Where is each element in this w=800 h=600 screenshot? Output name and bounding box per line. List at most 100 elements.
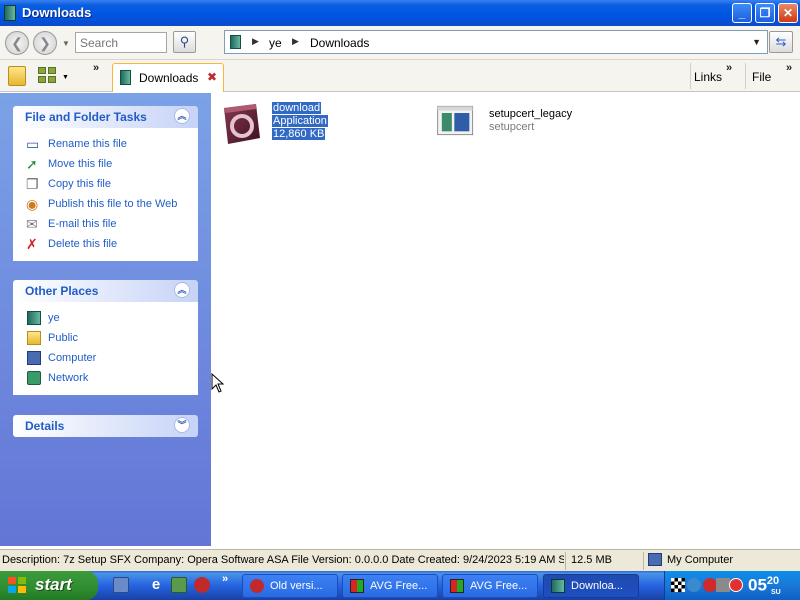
task-email[interactable]: ✉ E-mail this file <box>14 214 197 234</box>
email-icon: ✉ <box>26 216 38 232</box>
breadcrumb-ye[interactable]: ye <box>269 36 282 50</box>
folder-icon <box>551 579 565 593</box>
taskbar-item-downloads[interactable]: Downloa... <box>543 574 639 598</box>
task-publish[interactable]: ◉ Publish this file to the Web <box>14 194 197 214</box>
tab-downloads[interactable]: Downloads ✖ <box>112 63 224 92</box>
delete-icon: ✗ <box>26 236 38 252</box>
file-item-setupcert[interactable]: setupcert_legacy setupcert <box>433 103 633 153</box>
folder-icon <box>4 5 16 21</box>
expand-icon[interactable]: ︾ <box>174 417 190 433</box>
views-dropdown-icon[interactable]: ▼ <box>62 74 69 81</box>
opera-icon[interactable] <box>194 577 210 593</box>
chevron-right-icon[interactable]: ▶ <box>252 36 259 47</box>
links-overflow-icon[interactable]: » <box>726 62 732 74</box>
navigation-bar: ❮ ❯ ▼ ⚲ ▶ ye ▶ Downloads ▼ ⇆ <box>0 26 800 60</box>
place-ye[interactable]: ye <box>14 308 197 328</box>
place-public[interactable]: Public <box>14 328 197 348</box>
panel-header[interactable]: File and Folder Tasks ︽ <box>13 106 198 128</box>
task-rename[interactable]: ▭ Rename this file <box>14 134 197 154</box>
avg-icon <box>350 579 364 593</box>
task-delete[interactable]: ✗ Delete this file <box>14 234 197 254</box>
title-bar: Downloads _ ❐ ✕ <box>0 0 800 26</box>
minimize-button[interactable]: _ <box>732 3 752 23</box>
start-label: start <box>35 575 72 594</box>
move-icon: ➚ <box>26 156 38 172</box>
volume-icon[interactable] <box>716 578 730 592</box>
breadcrumb-downloads[interactable]: Downloads <box>310 36 369 50</box>
back-button[interactable]: ❮ <box>5 31 29 55</box>
media-player-icon[interactable] <box>171 577 187 593</box>
close-button[interactable]: ✕ <box>778 3 798 23</box>
tab-label: Downloads <box>139 71 199 85</box>
details-panel: Details ︾ <box>13 415 198 437</box>
security-alert-icon[interactable] <box>703 578 717 592</box>
quicklaunch-overflow-icon[interactable]: » <box>222 573 228 585</box>
toolbar-divider <box>745 63 746 89</box>
task-label: AVG Free... <box>370 580 428 592</box>
collapse-icon[interactable]: ︽ <box>174 282 190 298</box>
status-divider <box>565 552 566 570</box>
place-network[interactable]: Network <box>14 368 197 388</box>
task-pane: File and Folder Tasks ︽ ▭ Rename this fi… <box>0 93 211 546</box>
forward-button[interactable]: ❯ <box>33 31 57 55</box>
clock[interactable]: 0520 SU <box>748 575 781 596</box>
taskbar-item-avg-1[interactable]: AVG Free... <box>342 574 438 598</box>
folders-button[interactable] <box>8 66 26 86</box>
file-menu[interactable]: File <box>752 70 771 84</box>
system-tray: 0520 SU <box>664 571 800 600</box>
close-tab-icon[interactable]: ✖ <box>207 70 217 84</box>
maximize-button[interactable]: ❐ <box>755 3 775 23</box>
network-icon <box>27 371 41 385</box>
collapse-icon[interactable]: ︽ <box>174 108 190 124</box>
status-bar: Description: 7z Setup SFX Company: Opera… <box>0 549 800 571</box>
taskbar-item-old-versions[interactable]: Old versi... <box>242 574 338 598</box>
start-button[interactable]: start <box>0 571 98 600</box>
task-move[interactable]: ➚ Move this file <box>14 154 197 174</box>
toolbar-overflow-icon[interactable]: » <box>93 62 99 74</box>
network-tray-icon[interactable] <box>687 578 701 592</box>
refresh-button[interactable]: ⇆ <box>769 31 793 53</box>
show-desktop-icon[interactable] <box>113 577 129 593</box>
tray-app-icon[interactable] <box>671 578 685 592</box>
links-menu[interactable]: Links <box>694 70 722 84</box>
mouse-cursor-icon <box>211 373 225 393</box>
taskbar-item-avg-2[interactable]: AVG Free... <box>442 574 538 598</box>
search-icon: ⚲ <box>179 34 190 49</box>
close-circle-icon[interactable] <box>729 578 743 592</box>
taskbar: start e » Old versi... AVG Free... AVG F… <box>0 571 800 600</box>
menu-overflow-icon[interactable]: » <box>786 62 792 74</box>
address-dropdown-icon[interactable]: ▼ <box>752 37 761 47</box>
user-folder-icon <box>27 311 41 325</box>
place-label: ye <box>48 312 60 324</box>
search-button[interactable]: ⚲ <box>173 31 196 53</box>
task-label: Publish this file to the Web <box>48 198 178 210</box>
place-computer[interactable]: Computer <box>14 348 197 368</box>
internet-explorer-icon[interactable]: e <box>148 577 164 593</box>
file-type: setupcert <box>489 121 535 133</box>
status-size: 12.5 MB <box>571 554 612 566</box>
views-button[interactable] <box>38 67 58 85</box>
file-list-view[interactable]: download Application 12,860 KB setupcert… <box>211 93 800 546</box>
task-label: Copy this file <box>48 178 111 190</box>
tab-bar: ▼ » Downloads ✖ Links » File » <box>0 60 800 92</box>
task-copy[interactable]: ❐ Copy this file <box>14 174 197 194</box>
clock-minute: 20 <box>766 575 780 587</box>
windows-logo-icon <box>8 577 26 593</box>
history-dropdown-icon[interactable]: ▼ <box>62 39 70 48</box>
chevron-right-icon[interactable]: ▶ <box>292 36 299 47</box>
panel-header[interactable]: Details ︾ <box>13 415 198 437</box>
folder-icon <box>27 331 41 345</box>
task-label: Downloa... <box>571 580 623 592</box>
panel-header[interactable]: Other Places ︽ <box>13 280 198 302</box>
place-label: Network <box>48 372 89 384</box>
file-item-download[interactable]: download Application 12,860 KB <box>216 100 416 150</box>
browser-icon <box>250 579 264 593</box>
task-label: Rename this file <box>48 138 127 150</box>
place-label: Computer <box>48 352 97 364</box>
clock-day: SU <box>771 589 781 596</box>
rename-icon: ▭ <box>26 136 40 152</box>
address-bar[interactable]: ▶ ye ▶ Downloads ▼ <box>224 30 768 54</box>
clock-hour: 05 <box>748 575 767 595</box>
search-input[interactable] <box>75 32 167 53</box>
status-divider <box>643 552 644 570</box>
